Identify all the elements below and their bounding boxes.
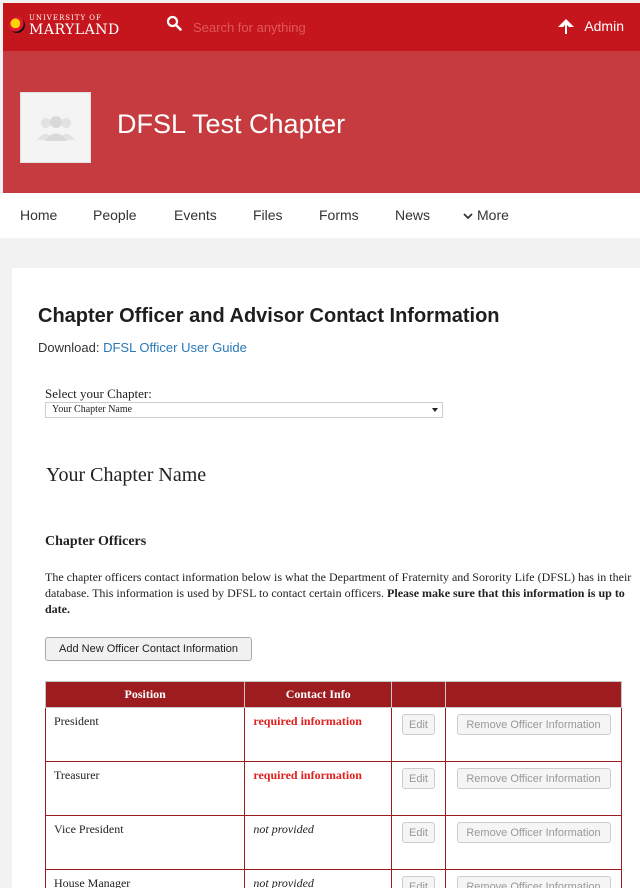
- officers-description: The chapter officers contact information…: [45, 569, 635, 617]
- position-cell: President: [44, 707, 246, 762]
- university-logo[interactable]: UNIVERSITY OF MARYLAND: [9, 15, 120, 37]
- nav-home[interactable]: Home: [20, 207, 57, 223]
- remove-officer-button[interactable]: Remove Officer Information: [456, 822, 611, 843]
- group-avatar: [20, 92, 91, 163]
- content-card: Chapter Officer and Advisor Contact Info…: [12, 268, 640, 888]
- download-line: Download: DFSL Officer User Guide: [38, 340, 247, 355]
- group-icon: [36, 115, 75, 141]
- page-title: Chapter Officer and Advisor Contact Info…: [38, 305, 500, 327]
- logo-big-text: MARYLAND: [29, 22, 120, 38]
- header-edit: [391, 681, 446, 708]
- top-bar: UNIVERSITY OF MARYLAND Admin: [3, 3, 640, 51]
- table-row: House Manager not provided Edit Remove O…: [44, 869, 622, 888]
- officer-guide-link[interactable]: DFSL Officer User Guide: [103, 340, 247, 355]
- contact-cell: required information: [244, 707, 393, 762]
- table-row: President required information Edit Remo…: [44, 707, 622, 762]
- chapter-select[interactable]: Your Chapter Name: [45, 402, 443, 418]
- dropdown-arrow-icon: [432, 408, 438, 412]
- header-contact-info: Contact Info: [244, 681, 393, 708]
- edit-button[interactable]: Edit: [402, 876, 436, 888]
- nav-more[interactable]: More: [463, 207, 509, 223]
- position-cell: Vice President: [44, 815, 246, 870]
- chapter-title: DFSL Test Chapter: [117, 109, 346, 139]
- position-cell: Treasurer: [44, 761, 246, 816]
- chapter-name-heading: Your Chapter Name: [46, 464, 207, 486]
- edit-button[interactable]: Edit: [402, 822, 436, 843]
- nav-more-label: More: [477, 207, 509, 223]
- nav-people[interactable]: People: [93, 207, 137, 223]
- officers-heading: Chapter Officers: [45, 534, 147, 549]
- nav-forms[interactable]: Forms: [319, 207, 359, 223]
- download-label: Download:: [38, 340, 100, 355]
- nav-events[interactable]: Events: [174, 207, 217, 223]
- contact-cell: required information: [244, 761, 393, 816]
- chevron-down-icon: [463, 213, 473, 220]
- chapter-banner: DFSL Test Chapter: [3, 51, 640, 193]
- header-remove: [445, 681, 622, 708]
- main-nav: Home People Events Files Forms News More: [0, 193, 640, 238]
- table-header-row: Position Contact Info: [44, 681, 622, 708]
- nav-files[interactable]: Files: [253, 207, 283, 223]
- remove-officer-button[interactable]: Remove Officer Information: [456, 714, 611, 735]
- admin-label: Admin: [584, 18, 624, 34]
- contact-cell: not provided: [244, 815, 393, 870]
- admin-turtle-icon: [558, 19, 575, 34]
- contact-cell: not provided: [244, 869, 393, 888]
- header-position: Position: [44, 681, 246, 708]
- officers-table: Position Contact Info President required…: [44, 681, 622, 888]
- table-row: Treasurer required information Edit Remo…: [44, 761, 622, 816]
- search-input[interactable]: [193, 15, 453, 39]
- logo-small-text: UNIVERSITY OF: [29, 14, 102, 22]
- edit-button[interactable]: Edit: [402, 768, 436, 789]
- chapter-select-value: Your Chapter Name: [52, 404, 133, 415]
- add-officer-button[interactable]: Add New Officer Contact Information: [45, 637, 252, 661]
- search-icon[interactable]: [166, 15, 182, 31]
- position-cell: House Manager: [44, 869, 246, 888]
- remove-officer-button[interactable]: Remove Officer Information: [456, 768, 611, 789]
- nav-news[interactable]: News: [395, 207, 430, 223]
- remove-officer-button[interactable]: Remove Officer Information: [456, 876, 611, 888]
- admin-menu[interactable]: Admin: [554, 17, 624, 35]
- table-row: Vice President not provided Edit Remove …: [44, 815, 622, 870]
- edit-button[interactable]: Edit: [402, 714, 436, 735]
- logo-seal-icon: [9, 17, 25, 33]
- select-chapter-label: Select your Chapter:: [45, 386, 152, 401]
